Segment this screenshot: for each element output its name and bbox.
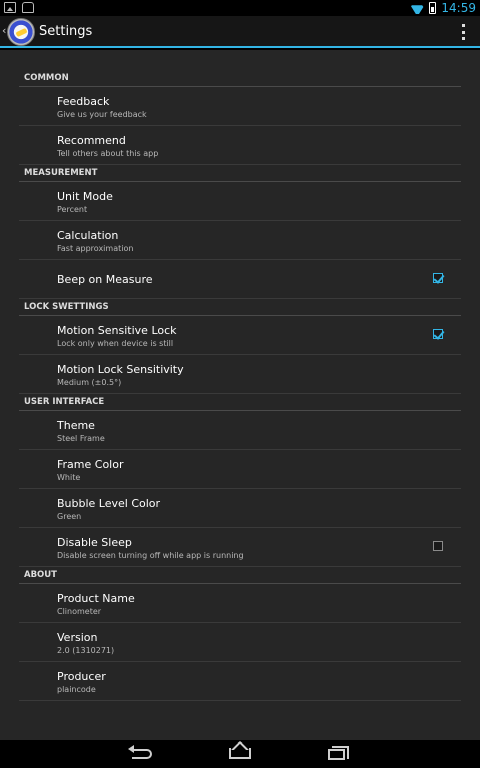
preference-product-name[interactable]: Product Name Clinometer bbox=[19, 584, 461, 623]
battery-icon bbox=[429, 2, 437, 14]
preference-title: Bubble Level Color bbox=[57, 497, 161, 510]
preference-title: Feedback bbox=[57, 95, 110, 108]
preference-title: Version bbox=[57, 631, 98, 644]
preference-title: Motion Sensitive Lock bbox=[57, 324, 177, 337]
section-header-lock-swettings: LOCK SWETTINGS bbox=[19, 299, 461, 316]
section-header-common: COMMON bbox=[19, 70, 461, 87]
page-title: Settings bbox=[39, 24, 93, 39]
preference-summary: 2.0 (1310271) bbox=[57, 646, 115, 655]
preference-summary: Disable screen turning off while app is … bbox=[57, 551, 244, 560]
status-bar: 14:59 bbox=[0, 0, 480, 16]
preference-frame-color[interactable]: Frame Color White bbox=[19, 450, 461, 489]
wifi-icon bbox=[410, 3, 424, 14]
preference-summary: Lock only when device is still bbox=[57, 339, 174, 348]
section-header-user-interface: USER INTERFACE bbox=[19, 394, 461, 411]
preference-summary: Percent bbox=[57, 205, 88, 214]
preference-title: Product Name bbox=[57, 592, 135, 605]
preference-motion-sensitive-lock[interactable]: Motion Sensitive Lock Lock only when devi… bbox=[19, 316, 461, 355]
preference-title: Producer bbox=[57, 670, 106, 683]
preference-summary: Fast approximation bbox=[57, 244, 134, 253]
checkbox-unchecked-icon[interactable] bbox=[433, 541, 443, 551]
checkbox-checked-icon[interactable] bbox=[433, 329, 443, 339]
preference-summary: Steel Frame bbox=[57, 434, 105, 443]
status-clock: 14:59 bbox=[441, 1, 476, 15]
preference-summary: Medium (±0.5°) bbox=[57, 378, 122, 387]
android-notification-icon bbox=[22, 2, 34, 13]
preference-summary: Tell others about this app bbox=[57, 149, 159, 158]
preference-title: Frame Color bbox=[57, 458, 124, 471]
preference-summary: Give us your feedback bbox=[57, 110, 147, 119]
preference-list[interactable]: COMMON Feedback Give us your feedback Recom… bbox=[19, 70, 461, 701]
home-icon[interactable] bbox=[229, 748, 251, 759]
preference-title: Theme bbox=[57, 419, 95, 432]
preference-title: Recommend bbox=[57, 134, 126, 147]
back-icon[interactable] bbox=[128, 745, 152, 759]
preference-title: Unit Mode bbox=[57, 190, 113, 203]
preference-recommend[interactable]: Recommend Tell others about this app bbox=[19, 126, 461, 165]
preference-title: Motion Lock Sensitivity bbox=[57, 363, 184, 376]
preference-bubble-level-color[interactable]: Bubble Level Color Green bbox=[19, 489, 461, 528]
app-logo-icon[interactable] bbox=[7, 18, 35, 46]
preference-summary: plaincode bbox=[57, 685, 96, 694]
preference-producer[interactable]: Producer plaincode bbox=[19, 662, 461, 701]
checkbox-checked-icon[interactable] bbox=[433, 273, 443, 283]
preference-motion-lock-sensitivity[interactable]: Motion Lock Sensitivity Medium (±0.5°) bbox=[19, 355, 461, 394]
system-icons: 14:59 bbox=[410, 1, 476, 15]
overflow-menu-icon[interactable] bbox=[462, 24, 466, 40]
section-header-measurement: MEASUREMENT bbox=[19, 165, 461, 182]
preference-unit-mode[interactable]: Unit Mode Percent bbox=[19, 182, 461, 221]
preference-disable-sleep[interactable]: Disable Sleep Disable screen turning off … bbox=[19, 528, 461, 567]
preference-title: Disable Sleep bbox=[57, 536, 132, 549]
preference-summary: White bbox=[57, 473, 81, 482]
preference-calculation[interactable]: Calculation Fast approximation bbox=[19, 221, 461, 260]
action-bar: ‹ Settings bbox=[0, 16, 480, 48]
section-header-about: ABOUT bbox=[19, 567, 461, 584]
preference-summary: Clinometer bbox=[57, 607, 102, 616]
settings-content: COMMON Feedback Give us your feedback Recom… bbox=[0, 50, 480, 740]
recent-apps-icon[interactable] bbox=[328, 746, 349, 760]
preference-title: Calculation bbox=[57, 229, 119, 242]
preference-title: Beep on Measure bbox=[57, 272, 153, 286]
image-notification-icon bbox=[4, 2, 16, 13]
notification-icons bbox=[4, 2, 34, 13]
preference-version[interactable]: Version 2.0 (1310271) bbox=[19, 623, 461, 662]
preference-beep-on-measure[interactable]: Beep on Measure bbox=[19, 260, 461, 299]
preference-summary: Green bbox=[57, 512, 82, 521]
navigation-bar bbox=[0, 740, 480, 768]
preference-feedback[interactable]: Feedback Give us your feedback bbox=[19, 87, 461, 126]
preference-theme[interactable]: Theme Steel Frame bbox=[19, 411, 461, 450]
